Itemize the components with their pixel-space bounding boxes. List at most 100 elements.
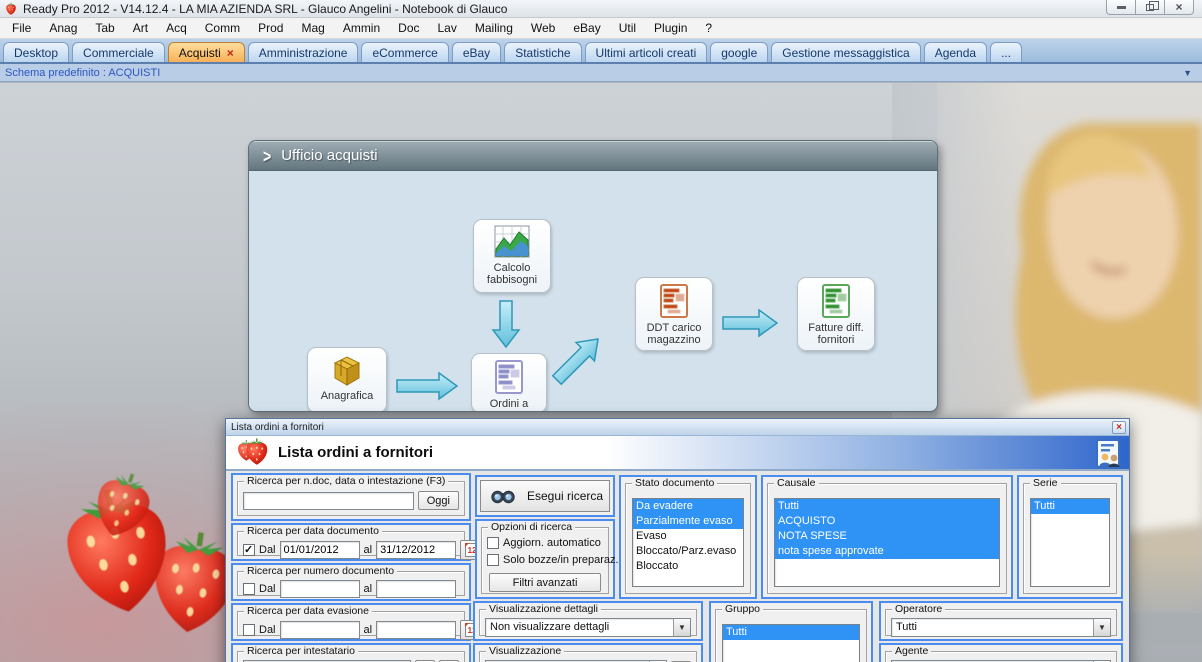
node-label: Calcolo fabbisogni [486,262,538,286]
dialog-close-button[interactable]: × [1112,421,1126,434]
box-icon [333,356,361,386]
tab[interactable]: google [710,42,769,62]
dropdown-arrow-icon[interactable]: ▼ [1093,619,1110,636]
dropdown-arrow-icon[interactable]: ▼ [673,619,690,636]
esegui-ricerca-button[interactable]: Esegui ricerca [480,480,610,512]
group-label: Ricerca per intestatario [244,645,358,657]
tab[interactable]: ... [990,42,1023,62]
schema-dropdown-arrow-icon[interactable]: ▼ [1183,68,1192,78]
panel-intestatario: Ricerca per intestatario [231,643,471,662]
menu-item[interactable]: ? [696,19,721,37]
close-button[interactable]: × [1164,0,1194,15]
menu-item[interactable]: Mag [292,19,333,37]
oggi-button[interactable]: Oggi [417,491,459,510]
node-anagrafica[interactable]: Anagrafica [307,347,387,411]
tab[interactable]: Commerciale [72,42,165,62]
menu-item[interactable]: Lav [429,19,466,37]
menu-bar: File Anag Tab Art Acq Comm Prod Mag Ammin Doc Lav M… [0,18,1202,39]
data-evasione-al-input[interactable] [376,621,457,639]
node-label: DDT carico magazzino [646,322,702,346]
node-ddt-carico-magazzino[interactable]: DDT carico magazzino [635,277,713,351]
restore-button[interactable] [1135,0,1165,15]
stato-documento-listbox[interactable]: Da evadere Parzialmente evaso Evaso Bloccat… [632,498,744,587]
list-item[interactable]: Tutti [1031,499,1109,514]
menu-item[interactable]: Tab [86,19,123,37]
group-label: Agente [892,645,932,657]
numero-documento-al-input[interactable] [376,580,457,598]
suppliers-report-icon[interactable] [1096,439,1122,468]
tab[interactable]: Gestione messaggistica [771,42,921,62]
desktop-area: > Ufficio acquisti Calcolo fabbisogni An… [0,83,1202,662]
strawberry-icon [238,437,268,465]
panel-serie: Serie Tutti [1017,475,1123,599]
tab[interactable]: eBay [451,42,502,62]
list-item[interactable]: Bloccato/Parz.evaso [633,544,743,559]
minimize-icon [1116,5,1126,9]
gruppo-listbox[interactable]: Tutti [722,624,860,662]
list-item[interactable]: Bloccato [633,559,743,574]
tab-label: Desktop [14,45,59,60]
list-item[interactable]: nota spese approvate [775,544,999,559]
tab[interactable]: Desktop [3,42,70,62]
solo-bozze-checkbox[interactable] [487,554,499,566]
search-doc-input[interactable] [243,491,414,510]
visualizzazione-dettagli-dropdown[interactable]: Non visualizzare dettagli ▼ [485,618,691,637]
menu-item[interactable]: Web [522,19,564,37]
tab[interactable]: Agenda [923,42,988,62]
data-documento-checkbox[interactable] [243,543,255,556]
menu-item[interactable]: Plugin [645,19,696,37]
tab[interactable]: Statistiche [504,42,582,62]
list-item[interactable]: Evaso [633,529,743,544]
dialog-header-title: Lista ordini a fornitori [278,444,434,461]
menu-item[interactable]: Comm [196,19,249,37]
ufficio-acquisti-header[interactable]: > Ufficio acquisti [249,141,937,171]
menu-item[interactable]: File [3,19,40,37]
data-evasione-dal-input[interactable] [279,621,360,639]
tab-close-icon[interactable]: × [227,47,234,59]
node-label: Ordini a [489,398,529,410]
menu-item[interactable]: Anag [40,19,86,37]
aggiorn-automatico-checkbox[interactable] [487,537,499,549]
operatore-dropdown[interactable]: Tutti ▼ [891,618,1111,637]
list-item[interactable]: Tutti [775,499,999,514]
tab-label: Acquisti [178,45,221,60]
numero-documento-checkbox[interactable] [243,583,255,595]
menu-item[interactable]: Acq [157,19,196,37]
dialog-header: Lista ordini a fornitori [226,436,1129,471]
list-item[interactable]: Da evadere [633,499,743,514]
tab[interactable]: eCommerce [361,42,449,62]
numero-documento-dal-input[interactable] [279,580,360,598]
tab[interactable]: Ultimi articoli creati [584,42,708,62]
tab[interactable]: Amministrazione [247,42,359,62]
menu-item[interactable]: Art [124,19,157,37]
causale-listbox[interactable]: Tutti ACQUISTO NOTA SPESE nota spese approv… [774,498,1000,587]
menu-item[interactable]: Doc [389,19,428,37]
schema-bar: Schema predefinito : ACQUISTI ▼ [0,64,1202,82]
al-label: al [363,544,373,556]
list-item[interactable]: NOTA SPESE [775,529,999,544]
list-item[interactable]: Tutti [723,625,859,640]
data-documento-al-input[interactable] [376,541,457,559]
menu-item[interactable]: eBay [564,19,609,37]
menu-item[interactable]: Util [610,19,645,37]
menu-item[interactable]: Prod [249,19,292,37]
node-calcolo-fabbisogni[interactable]: Calcolo fabbisogni [473,219,551,293]
filtri-avanzati-button[interactable]: Filtri avanzati [489,573,601,592]
list-item[interactable]: ACQUISTO [775,514,999,529]
menu-item[interactable]: Mailing [466,19,522,37]
al-label: al [363,583,373,595]
node-fatture-diff-fornitori[interactable]: Fatture diff. fornitori [797,277,875,351]
group-label: Stato documento [632,477,718,489]
list-item[interactable]: Parzialmente evaso [633,514,743,529]
node-ordini-a[interactable]: Ordini a [471,353,547,411]
dialog-title: Lista ordini a fornitori [231,421,324,433]
data-evasione-checkbox[interactable] [243,624,255,636]
menu-item[interactable]: Ammin [334,19,389,37]
data-documento-dal-input[interactable] [279,541,360,559]
serie-listbox[interactable]: Tutti [1030,498,1110,587]
binoculars-icon [491,490,515,503]
dialog-titlebar[interactable]: Lista ordini a fornitori × [226,419,1129,436]
minimize-button[interactable] [1106,0,1136,15]
panel-numero-documento: Ricerca per numero documento Dal al [231,563,471,601]
tab[interactable]: Acquisti × [167,42,245,62]
